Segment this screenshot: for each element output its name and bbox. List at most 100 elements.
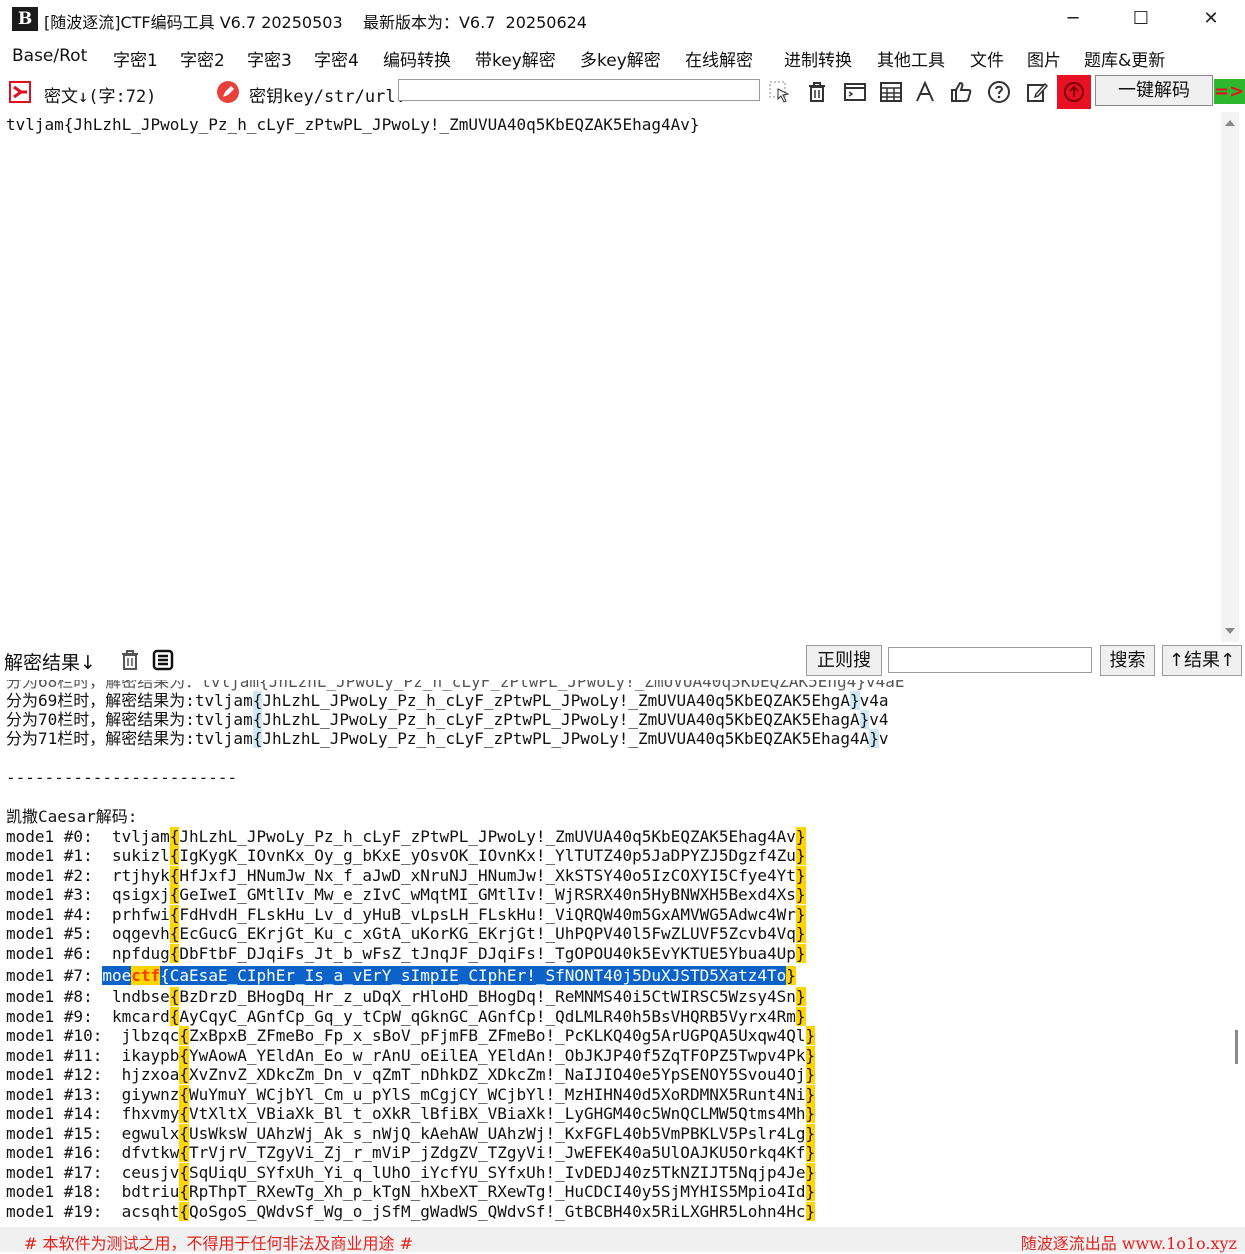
menu-zimi2[interactable]: 字密2: [180, 46, 225, 71]
caesar-body: AyCqyC_AGnfCp_Gq_y_tCpW_qGknGC_AGnfCp!_Q…: [179, 1007, 796, 1026]
disclaimer-text: # 本软件为测试之用，不得用于任何非法及商业用途 #: [24, 1234, 413, 1253]
fence-body: JhLzhL_JPwoLy_Pz_h_cLyF_zPtwPL_JPwoLy!_Z…: [262, 729, 870, 748]
copy-result-icon[interactable]: [151, 648, 175, 672]
caesar-line: mode1 #13: giywnz{WuYmuY_WCjbYl_Cm_u_pYl…: [6, 1085, 816, 1104]
caesar-mode: mode1 #15: egwulx: [6, 1124, 180, 1143]
key-input[interactable]: [398, 79, 760, 101]
fence-line: 分为70栏时，解密结果为:tvljam{JhLzhL_JPwoLy_Pz_h_c…: [6, 710, 888, 729]
menu-multikey-decrypt[interactable]: 多key解密: [580, 46, 661, 71]
font-icon[interactable]: [913, 80, 937, 104]
brace: }: [805, 1143, 816, 1162]
result-textarea[interactable]: 分为68栏时，解密结果为：tvljam{JhLzhL_JPwoLy_Pz_h_c…: [2, 680, 1230, 1225]
brace: }: [795, 905, 806, 924]
caesar-body: TrVjrV_TZgyVi_Zj_r_mViP_jZdgZV_TZgyVi!_J…: [189, 1143, 806, 1162]
caesar-mode: mode1 #14: fhxvmy: [6, 1104, 180, 1123]
cipher-label: 密文↓(字:72): [44, 87, 157, 107]
selection-pre: moe: [102, 966, 132, 985]
brace: {: [169, 905, 180, 924]
menu-base-rot[interactable]: Base/Rot: [12, 46, 87, 66]
brace: {: [179, 1085, 190, 1104]
help-icon[interactable]: [987, 80, 1011, 104]
caesar-mode: mode1 #1: sukizl: [6, 846, 170, 865]
selection-body: CaEsaE_CIphEr_Is_a_vErY_sImpIE_CIphEr!_S…: [169, 966, 787, 985]
brace: {: [169, 987, 180, 1006]
brace: }: [805, 1046, 816, 1065]
brace: {: [169, 885, 180, 904]
caesar-line: mode1 #9: kmcard{AyCqyC_AGnfCp_Gq_y_tCpW…: [6, 1007, 806, 1026]
maximize-button[interactable]: ☐: [1106, 0, 1176, 38]
caesar-line: mode1 #17: ceusjv{SqUiqU_SYfxUh_Yi_q_lUh…: [6, 1163, 816, 1182]
caesar-body: YwAowA_YEldAn_Eo_w_rAnU_oEilEA_YEldAn!_O…: [189, 1046, 806, 1065]
brace: }: [795, 987, 806, 1006]
caesar-body: SqUiqU_SYfxUh_Yi_q_lUhO_iYcfYU_SYfxUh!_I…: [189, 1163, 806, 1182]
fence-suffix: v: [878, 729, 889, 748]
caesar-body: IgKygK_IOvnKx_Oy_g_bKxE_yOsvOK_IOvnKx!_Y…: [179, 846, 796, 865]
caesar-mode: mode1 #18: bdtriu: [6, 1182, 180, 1201]
result-bar: 解密结果↓ 正则搜 搜索 ↑结果↑: [0, 644, 1245, 677]
search-input[interactable]: [888, 647, 1092, 673]
arrow-indicator[interactable]: =>: [1214, 79, 1245, 104]
minimize-button[interactable]: ─: [1038, 0, 1108, 38]
caesar-body: HfJxfJ_HNumJw_Nx_f_aJwD_xNruNJ_HNumJw!_X…: [179, 866, 796, 885]
menu-bar: Base/Rot 字密1 字密2 字密3 字密4 编码转换 带key解密 多ke…: [0, 42, 1245, 72]
brace: }: [795, 827, 806, 846]
result-up-button[interactable]: ↑结果↑: [1162, 645, 1242, 676]
import-icon[interactable]: [8, 80, 32, 104]
caesar-line-selected[interactable]: mode1 #7: moectf{CaEsaE_CIphEr_Is_a_vErY…: [6, 966, 796, 985]
cipher-textarea[interactable]: tvljam{JhLzhL_JPwoLy_Pz_h_cLyF_zPtwPL_JP…: [2, 112, 1218, 642]
table-icon[interactable]: [879, 80, 903, 104]
caesar-line: mode1 #4: prhfwi{FdHvdH_FLskHu_Lv_d_yHuB…: [6, 905, 806, 924]
brace: {: [179, 1143, 190, 1162]
edit-key-icon[interactable]: [216, 80, 240, 104]
edit-note-icon[interactable]: [1025, 80, 1049, 104]
menu-encoding-convert[interactable]: 编码转换: [383, 46, 451, 71]
menu-zimi3[interactable]: 字密3: [247, 46, 292, 71]
menu-online-decrypt[interactable]: 在线解密: [685, 46, 753, 71]
status-bar: # 本软件为测试之用，不得用于任何非法及商业用途 # 随波逐流出品 www.1o…: [0, 1227, 1245, 1253]
brace: {: [179, 1202, 190, 1221]
caesar-mode: mode1 #16: dfvtkw: [6, 1143, 180, 1162]
menu-base-convert[interactable]: 进制转换: [784, 46, 852, 71]
menu-key-decrypt[interactable]: 带key解密: [475, 46, 556, 71]
menu-file[interactable]: 文件: [970, 46, 1004, 71]
caesar-line: mode1 #14: fhxvmy{VtXltX_VBiaXk_Bl_t_oXk…: [6, 1104, 816, 1123]
terminal-icon[interactable]: [843, 80, 867, 104]
trash-icon[interactable]: [805, 80, 829, 104]
menu-zimi4[interactable]: 字密4: [314, 46, 359, 71]
brace: }: [805, 1026, 816, 1045]
caesar-line: mode1 #11: ikaypb{YwAowA_YEldAn_Eo_w_rAn…: [6, 1046, 816, 1065]
brace: }: [805, 1163, 816, 1182]
menu-questions-update[interactable]: 题库&更新: [1084, 46, 1165, 71]
fence-prefix: 分为69栏时，解密结果为:tvljam: [6, 691, 253, 710]
select-cursor-icon[interactable]: [768, 80, 792, 104]
fence-suffix: v4: [869, 710, 889, 729]
regex-search-button[interactable]: 正则搜: [806, 645, 882, 676]
caesar-mode: mode1 #19: acsqht: [6, 1202, 180, 1221]
fence-line: 分为69栏时，解密结果为:tvljam{JhLzhL_JPwoLy_Pz_h_c…: [6, 691, 889, 710]
caesar-body: GeIweI_GMtlIv_Mw_e_zIvC_wMqtMI_GMtlIv!_W…: [179, 885, 796, 904]
caesar-mode: mode1 #11: ikaypb: [6, 1046, 180, 1065]
brace: {: [169, 1007, 180, 1026]
cipher-scrollbar[interactable]: [1221, 112, 1239, 642]
result-scrollbar[interactable]: [1230, 680, 1245, 1225]
caesar-mode: mode1 #5: oqgevh: [6, 924, 170, 943]
caesar-line: mode1 #10: jlbzqc{ZxBpxB_ZFmeBo_Fp_x_sBo…: [6, 1026, 816, 1045]
caesar-line: mode1 #15: egwulx{UsWksW_UAhzWj_Ak_s_nWj…: [6, 1124, 816, 1143]
caesar-body: ZxBpxB_ZFmeBo_Fp_x_sBoV_pFjmFB_ZFmeBo!_P…: [189, 1026, 806, 1045]
thumbs-up-icon[interactable]: [949, 80, 973, 104]
caesar-body: XvZnvZ_XDkcZm_Dn_v_qZmT_nDhkDZ_XDkcZm!_N…: [189, 1065, 806, 1084]
result-label: 解密结果↓: [4, 652, 96, 674]
trash-result-icon[interactable]: [118, 648, 142, 672]
caesar-mode: mode1 #3: qsigxj: [6, 885, 170, 904]
caesar-heading: 凯撒Caesar解码:: [6, 807, 138, 826]
close-button[interactable]: ✕: [1176, 0, 1245, 38]
caesar-body: DbFtbF_DJqiFs_Jt_b_wFsZ_tJnqJF_DJqiFs!_T…: [179, 944, 796, 963]
search-button[interactable]: 搜索: [1100, 645, 1155, 676]
brace: {: [179, 1026, 190, 1045]
menu-zimi1[interactable]: 字密1: [113, 46, 158, 71]
menu-image[interactable]: 图片: [1027, 46, 1061, 71]
upload-button[interactable]: [1057, 75, 1091, 109]
caesar-body: QoSgoS_QWdvSf_Wg_o_jSfM_gWadWS_QWdvSf!_G…: [189, 1202, 806, 1221]
menu-other-tools[interactable]: 其他工具: [877, 46, 945, 71]
one-click-decode-button[interactable]: 一键解码: [1095, 75, 1213, 106]
